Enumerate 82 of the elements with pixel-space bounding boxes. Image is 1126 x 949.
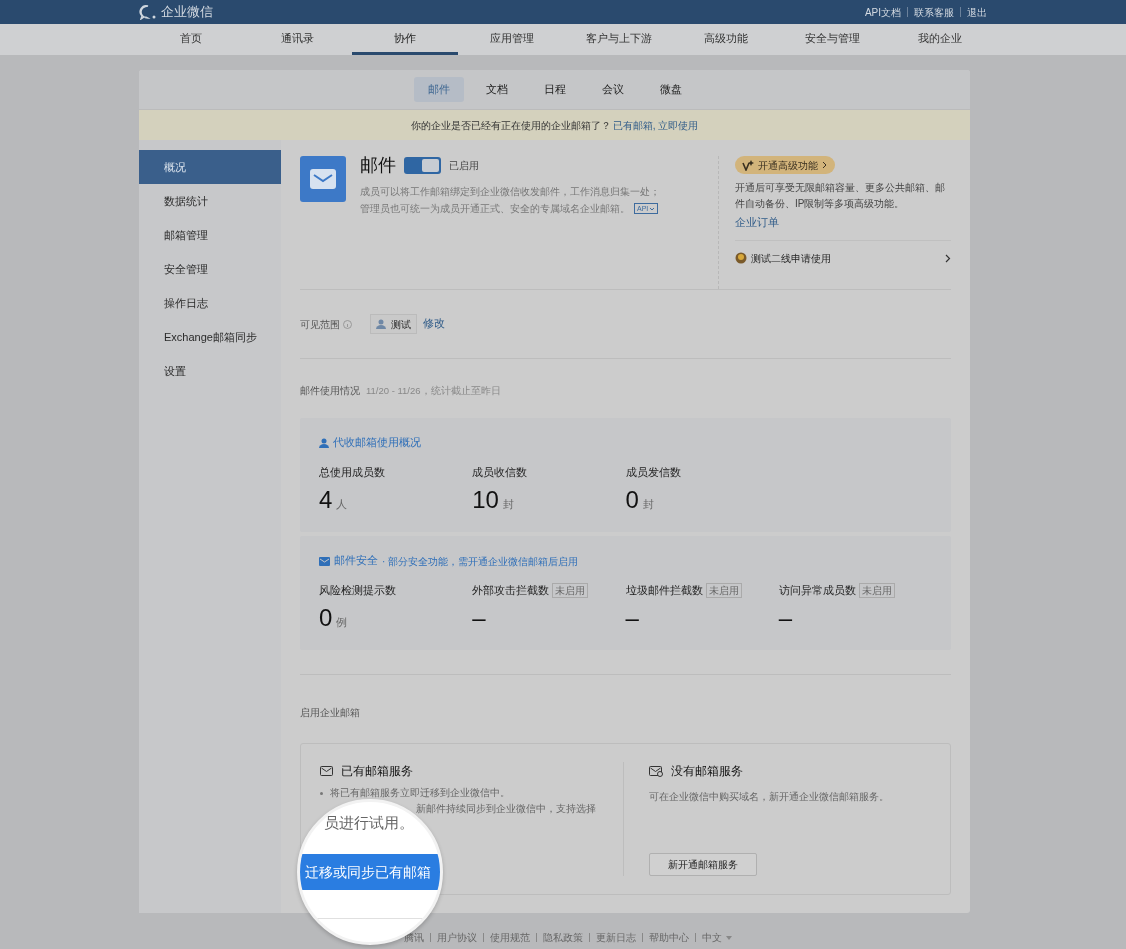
nav-tab[interactable]: 首页 xyxy=(137,24,244,55)
nav-tab[interactable]: 高级功能 xyxy=(672,24,779,55)
chevron-right-icon xyxy=(945,253,951,263)
bullet-text: 新邮件持续同步到企业微信中，支持选择 xyxy=(416,802,596,817)
notice-text: 你的企业是否已经有正在使用的企业邮箱了？ xyxy=(410,118,611,133)
option-title: 没有邮箱服务 xyxy=(670,763,743,781)
stat-value: – xyxy=(625,602,639,633)
chevron-down-icon xyxy=(649,205,656,212)
stat-unit: 人 xyxy=(336,496,348,512)
stat-label: 垃圾邮件拦截数 xyxy=(625,583,703,598)
person-icon xyxy=(319,438,329,449)
status-text: 已启用 xyxy=(449,159,479,173)
trial-list-item[interactable]: 测试二线申请使用 xyxy=(735,239,951,276)
sidebar-item[interactable]: 邮箱管理 xyxy=(139,218,281,252)
nav-tab[interactable]: 我的企业 xyxy=(886,24,993,55)
stat-value: 0 xyxy=(319,602,333,633)
sub-tab[interactable]: 会议 xyxy=(587,77,638,102)
edit-link[interactable]: 修改 xyxy=(423,316,445,332)
option-text: 可在企业微信中购买域名，新开通企业微信邮箱服务。 xyxy=(648,790,890,805)
stat-label: 成员发信数 xyxy=(625,465,681,480)
stat-value: 4 xyxy=(319,484,333,515)
nav-tab[interactable]: 安全与管理 xyxy=(779,24,886,55)
promo-text: 开通后可享受无限邮箱容量、更多公共邮箱、邮件自动备份、IP限制等多项高级功能。 xyxy=(735,181,946,211)
app-title: 邮件 xyxy=(360,154,396,177)
stat-value: – xyxy=(778,602,793,633)
stat-label: 风险检测提示数 xyxy=(319,583,396,598)
sub-tab[interactable]: 微盘 xyxy=(645,77,696,102)
zoomed-text: 员进行试用。 xyxy=(324,813,414,833)
sidebar-item[interactable]: 数据统计 xyxy=(139,184,281,218)
top-link[interactable]: 联系客服 xyxy=(914,4,954,20)
info-icon xyxy=(343,319,352,329)
sidebar-item[interactable]: Exchange邮箱同步 xyxy=(139,320,281,354)
nav-tab[interactable]: 协作 xyxy=(351,24,458,55)
stat-value: 10 xyxy=(472,484,499,515)
person-icon xyxy=(376,319,386,329)
stat-label: 成员收信数 xyxy=(472,465,528,480)
sidebar-item[interactable]: 概况 xyxy=(139,150,281,184)
logo-text: 企业微信 xyxy=(161,3,213,22)
chevron-right-icon xyxy=(822,161,828,169)
status-badge: 未启用 xyxy=(705,583,742,599)
sidebar-item[interactable]: 设置 xyxy=(139,354,281,388)
section-title: 启用企业邮箱 xyxy=(300,707,360,719)
stat-label: 外部攻击拦截数 xyxy=(472,583,550,598)
envelope-icon xyxy=(320,766,333,777)
sparkle-icon xyxy=(742,159,754,171)
new-mail-button[interactable]: 新开通邮箱服务 xyxy=(648,853,757,877)
stat-label: 访问异常成员数 xyxy=(778,583,856,598)
envelope-icon xyxy=(319,556,330,566)
section-title: 邮件使用情况 xyxy=(300,384,360,398)
stat-value: 0 xyxy=(625,484,639,515)
nav-tab[interactable]: 应用管理 xyxy=(458,24,565,55)
sidebar-item[interactable]: 安全管理 xyxy=(139,252,281,286)
envelope-gear-icon xyxy=(648,765,663,777)
top-link[interactable]: API文档 xyxy=(864,4,901,20)
toggle-switch[interactable] xyxy=(404,157,441,174)
avatar-icon xyxy=(735,252,747,265)
notice-link[interactable]: 已有邮箱, 立即使用 xyxy=(612,117,699,133)
status-badge: 未启用 xyxy=(552,583,589,599)
panel-note: · 部分安全功能，需开通企业微信邮箱后启用 xyxy=(382,554,579,569)
stat-unit: 封 xyxy=(642,496,654,512)
nav-tab[interactable]: 通讯录 xyxy=(244,24,351,55)
sub-tab[interactable]: 文档 xyxy=(471,77,522,102)
envelope-icon xyxy=(309,168,337,190)
status-badge: 未启用 xyxy=(858,583,895,599)
stat-label: 总使用成员数 xyxy=(319,465,385,480)
bullet-text: 将已有邮箱服务立即迁移到企业微信中。 xyxy=(330,786,510,801)
sub-tab[interactable]: 日程 xyxy=(529,77,580,102)
option-title: 已有邮箱服务 xyxy=(341,763,413,781)
member-tag: 测试 xyxy=(370,314,417,334)
panel-title: 代收邮箱使用概况 xyxy=(333,435,421,451)
panel-title: 邮件安全 xyxy=(334,553,378,569)
nav-tab[interactable]: 客户与上下游 xyxy=(565,24,672,55)
order-link[interactable]: 企业订单 xyxy=(735,215,779,231)
upgrade-button[interactable]: 开通高级功能 xyxy=(735,156,835,174)
chat-bubble-icon xyxy=(139,4,157,20)
description-text: 成员可以将工作邮箱绑定到企业微信收发邮件，工作消息归集一处； xyxy=(360,185,660,199)
stat-unit: 例 xyxy=(336,614,348,630)
stat-unit: 封 xyxy=(502,496,514,512)
stat-value: – xyxy=(472,602,486,633)
sidebar-item[interactable]: 操作日志 xyxy=(139,286,281,320)
top-link[interactable]: 退出 xyxy=(967,4,987,20)
field-label: 可见范围 xyxy=(300,317,340,332)
